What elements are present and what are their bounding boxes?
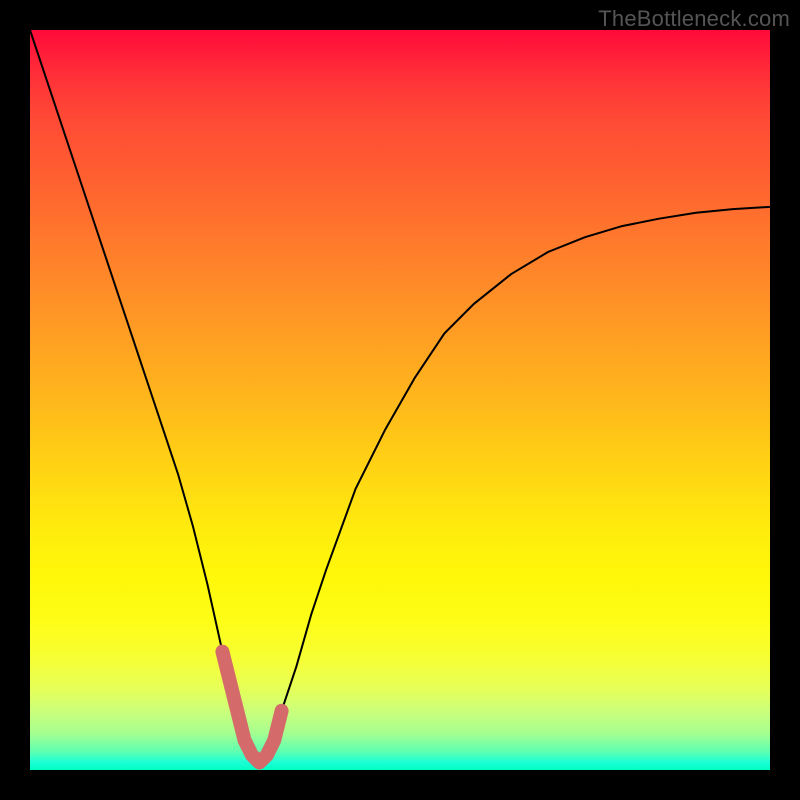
chart-plot-area xyxy=(30,30,770,770)
chart-svg xyxy=(30,30,770,770)
chart-frame: TheBottleneck.com xyxy=(0,0,800,800)
watermark-text: TheBottleneck.com xyxy=(598,6,790,32)
valley-highlight xyxy=(222,652,281,763)
bottleneck-curve xyxy=(30,30,770,763)
